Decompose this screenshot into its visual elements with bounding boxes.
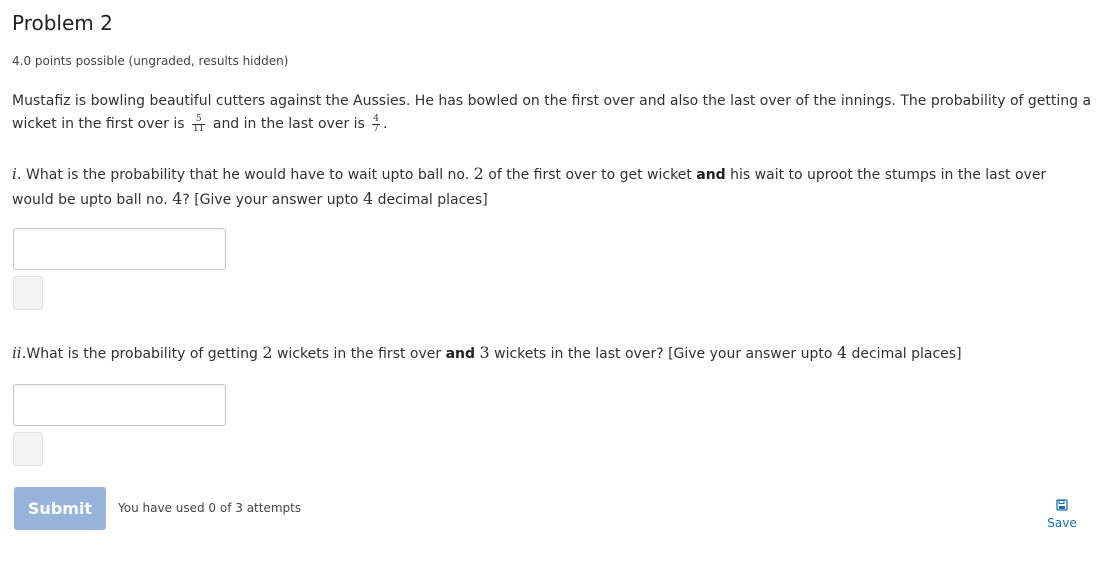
submit-button[interactable]: Submit [14, 487, 106, 530]
intro-text: wicket in the first over is [12, 116, 185, 132]
attempts-text: You have used 0 of 3 attempts [118, 501, 302, 515]
question-text: What is the probability of getting [26, 346, 258, 362]
question-1-line-2: would be upto ball no. 4? [Give your ans… [12, 187, 1046, 212]
question-text: ? [Give your answer upto [182, 192, 359, 208]
fraction-first-over: 5 11 [191, 114, 206, 134]
intro-text: and in the last over is [212, 116, 365, 132]
math-number: 4 [362, 189, 374, 208]
floppy-disk-icon [1056, 499, 1068, 511]
fraction-numerator: 4 [372, 113, 381, 125]
intro-line-2: wicket in the first over is 5 11 and in … [12, 113, 1091, 136]
question-text: wickets in the first over [276, 346, 442, 362]
answer-status-2 [13, 432, 43, 466]
question-2-text: ii.What is the probability of getting 2 … [12, 341, 962, 366]
problem-title: Problem 2 [12, 11, 113, 35]
question-text: decimal places] [851, 346, 962, 362]
question-text: What is the probability that he would ha… [26, 167, 470, 183]
math-number: 2 [473, 164, 484, 183]
answer-status-1 [13, 276, 43, 310]
math-number: 4 [172, 189, 183, 208]
save-button[interactable]: Save [1042, 499, 1082, 530]
intro-paragraph: Mustafiz is bowling beautiful cutters ag… [12, 90, 1091, 136]
fraction-last-over: 4 7 [372, 113, 381, 134]
question-text: wickets in the last over? [Give your ans… [494, 346, 833, 362]
question-1-label: i. [12, 165, 22, 183]
points-info: 4.0 points possible (ungraded, results h… [12, 54, 289, 68]
question-text: decimal places] [377, 192, 488, 208]
intro-line-1: Mustafiz is bowling beautiful cutters ag… [12, 93, 1092, 109]
question-1-line-1: i. What is the probability that he would… [12, 162, 1046, 187]
question-text: his wait to uproot the stumps in the las… [730, 167, 1047, 183]
question-1-text: i. What is the probability that he would… [12, 162, 1046, 212]
fraction-numerator: 5 [191, 114, 206, 125]
fraction-denominator: 7 [373, 123, 380, 134]
question-text: would be upto ball no. [12, 192, 168, 208]
bold-and: and [696, 167, 726, 183]
bold-and: and [445, 346, 476, 362]
question-2-label: ii. [12, 344, 27, 362]
math-number: 4 [836, 343, 848, 362]
answer-input-2[interactable] [13, 384, 226, 426]
answer-input-1[interactable] [13, 228, 226, 270]
math-number: 3 [479, 343, 490, 362]
fraction-denominator: 11 [192, 123, 205, 134]
save-label: Save [1047, 516, 1077, 530]
intro-period: . [383, 116, 388, 132]
math-number: 2 [262, 343, 273, 362]
question-text: of the first over to get wicket [488, 167, 692, 183]
